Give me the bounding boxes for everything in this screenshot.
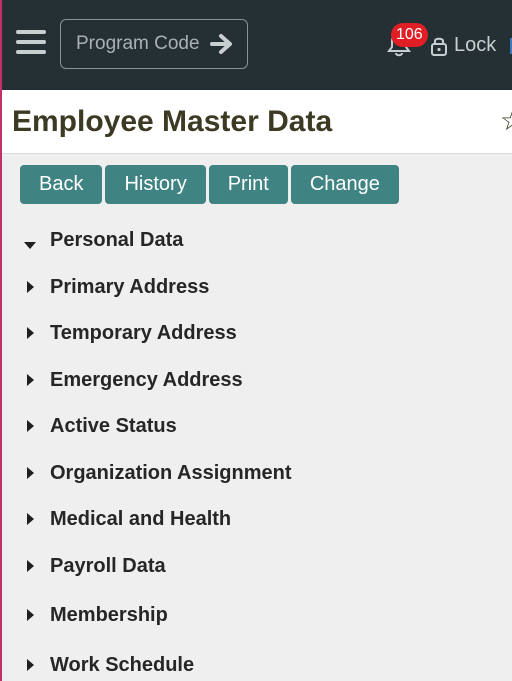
arrow-right-icon <box>209 34 232 54</box>
section-primary-address[interactable]: Primary Address <box>2 265 512 309</box>
page-title: Employee Master Data <box>12 105 333 138</box>
program-code-button[interactable]: Program Code <box>60 19 248 69</box>
caret-right-icon <box>27 374 34 386</box>
section-label: Emergency Address <box>50 368 243 391</box>
top-navbar: Program Code 106 Lock <box>2 0 512 90</box>
section-emergency-address[interactable]: Emergency Address <box>2 358 512 402</box>
caret-down-icon <box>24 242 36 249</box>
section-organization-assignment[interactable]: Organization Assignment <box>2 451 512 495</box>
lock-label: Lock <box>454 34 497 56</box>
back-button[interactable]: Back <box>20 165 103 204</box>
notification-badge[interactable]: 106 <box>391 23 428 47</box>
section-label: Personal Data <box>50 228 184 251</box>
section-label: Active Status <box>50 414 177 437</box>
hamburger-menu-icon[interactable] <box>16 30 46 54</box>
caret-right-icon <box>27 609 34 621</box>
caret-right-icon <box>27 420 34 432</box>
change-button[interactable]: Change <box>290 165 399 204</box>
caret-right-icon <box>27 467 34 479</box>
section-label: Payroll Data <box>50 554 166 577</box>
title-bar: Employee Master Data ☆ <box>2 90 512 154</box>
lock-button[interactable]: Lock <box>430 34 496 57</box>
section-personal-data[interactable]: Personal Data <box>2 218 512 262</box>
section-label: Membership <box>50 603 168 626</box>
caret-right-icon <box>27 560 34 572</box>
section-label: Work Schedule <box>50 653 195 676</box>
section-work-schedule[interactable]: Work Schedule <box>2 643 512 681</box>
section-membership[interactable]: Membership <box>2 593 512 637</box>
section-label: Temporary Address <box>50 321 237 344</box>
caret-right-icon <box>27 513 34 525</box>
program-code-label: Program Code <box>76 33 200 54</box>
section-label: Primary Address <box>50 275 210 298</box>
star-icon[interactable]: ☆ <box>500 104 512 137</box>
section-temporary-address[interactable]: Temporary Address <box>2 311 512 355</box>
section-active-status[interactable]: Active Status <box>2 404 512 448</box>
print-button[interactable]: Print <box>208 165 288 204</box>
caret-right-icon <box>27 327 34 339</box>
lock-icon <box>431 37 447 56</box>
section-medical-and-health[interactable]: Medical and Health <box>2 497 512 541</box>
section-payroll-data[interactable]: Payroll Data <box>2 544 512 588</box>
section-label: Medical and Health <box>50 507 232 530</box>
caret-right-icon <box>27 281 34 293</box>
action-button-row: Back History Print Change <box>20 165 399 204</box>
history-button[interactable]: History <box>105 165 206 204</box>
section-label: Organization Assignment <box>50 461 292 484</box>
caret-right-icon <box>27 659 34 671</box>
